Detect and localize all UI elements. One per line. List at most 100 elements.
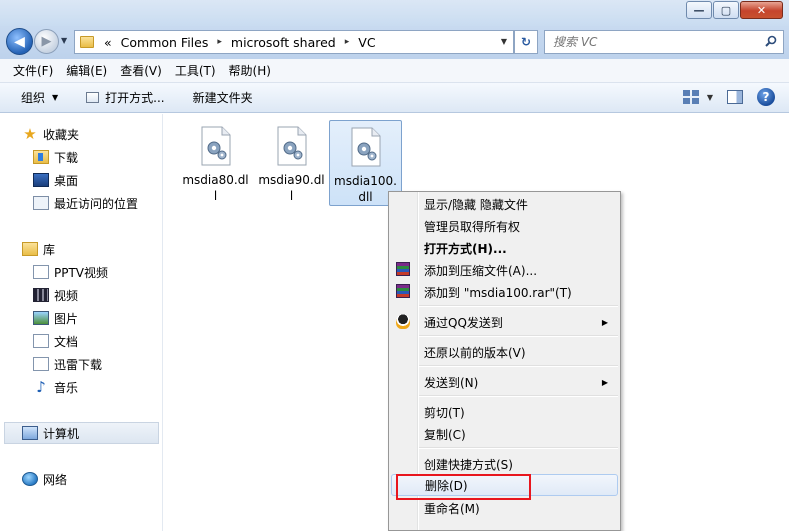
command-bar: 组织 ▼ 打开方式... 新建文件夹 ▼ ? [0,83,789,113]
menu-item-open-with[interactable]: 打开方式(H)... [391,237,618,259]
breadcrumb-common-files[interactable]: Common Files [121,35,209,50]
nav-downloads[interactable]: 下载 [33,146,78,168]
close-button[interactable]: ✕ [740,1,783,19]
menu-separator [419,395,618,397]
menu-file[interactable]: 文件(F) [13,62,53,79]
menu-item-toggle-hidden-files[interactable]: 显示/隐藏 隐藏文件 [391,193,618,215]
breadcrumb-vc[interactable]: VC [358,35,375,50]
nav-label: 音乐 [54,380,79,395]
maximize-button[interactable]: ▢ [713,1,739,19]
new-folder-label: 新建文件夹 [192,91,253,105]
menu-tools[interactable]: 工具(T) [175,62,216,79]
menu-item-rename[interactable]: 重命名(M) [391,497,618,519]
nav-favorites[interactable]: ★ 收藏夹 [22,123,79,145]
menu-item-label: 剪切(T) [424,405,465,420]
file-item[interactable]: msdia90.dll [255,120,328,206]
menu-item-take-ownership[interactable]: 管理员取得所有权 [391,215,618,237]
menu-item-add-to-archive[interactable]: 添加到压缩文件(A)... [391,259,618,281]
download-library-icon [33,357,49,371]
file-item[interactable]: msdia80.dll [179,120,252,206]
nav-label: 最近访问的位置 [54,196,139,211]
menu-edit[interactable]: 编辑(E) [66,62,107,79]
chevron-right-icon: ▶ [601,377,608,387]
navigation-pane: ★ 收藏夹 下载 桌面 最近访问的位置 库 PPTV视频 视频 图片 文档 迅雷… [0,114,163,531]
nav-recent-places[interactable]: 最近访问的位置 [33,192,138,214]
menu-item-send-via-qq[interactable]: 通过QQ发送到 ▶ [391,311,618,333]
organize-button[interactable]: 组织 ▼ [21,89,58,106]
organize-label: 组织 [21,91,46,105]
chevron-down-icon: ▼ [52,93,59,102]
address-row: ◀ ▶ ▼ « Common Files ▸ microsoft shared … [0,26,789,59]
dll-file-icon [277,126,306,166]
dll-file-icon [351,127,380,167]
view-options-dropdown[interactable]: ▼ [707,93,713,102]
nav-documents[interactable]: 文档 [33,330,78,352]
refresh-button[interactable]: ↻ [514,30,538,54]
help-icon[interactable]: ? [757,88,775,106]
nav-videos[interactable]: 视频 [33,284,78,306]
menu-separator [419,305,618,307]
nav-desktop[interactable]: 桌面 [33,169,78,191]
menu-item-send-to[interactable]: 发送到(N) ▶ [391,371,618,393]
desktop-icon [33,173,49,187]
menu-item-add-to-rar[interactable]: 添加到 "msdia100.rar"(T) [391,281,618,303]
nav-label: 迅雷下载 [54,357,103,372]
breadcrumb-separator[interactable]: ▸ [217,37,222,47]
nav-libraries[interactable]: 库 [22,238,55,260]
title-bar: — ▢ ✕ [0,0,789,26]
address-bar[interactable]: « Common Files ▸ microsoft shared ▸ VC ▼ [74,30,514,54]
menu-item-copy[interactable]: 复制(C) [391,423,618,445]
pictures-icon [33,311,49,325]
menu-item-label: 管理员取得所有权 [424,219,521,234]
breadcrumb-microsoft-shared[interactable]: microsoft shared [231,35,336,50]
change-view-icon[interactable] [682,90,699,104]
nav-music[interactable]: ♪ 音乐 [33,376,78,398]
menu-item-label: 添加到压缩文件(A)... [424,263,538,278]
menu-item-create-shortcut[interactable]: 创建快捷方式(S) [391,453,618,475]
search-icon[interactable] [765,35,777,47]
preview-pane-icon[interactable] [727,90,743,104]
nav-label: 计算机 [43,426,80,441]
new-folder-button[interactable]: 新建文件夹 [193,89,253,106]
dll-file-icon [201,126,230,166]
annotation-highlight-box [396,474,531,500]
computer-icon [22,426,38,440]
film-icon [33,288,49,302]
network-icon [22,472,38,486]
recent-places-icon [33,196,49,210]
nav-pptv-video[interactable]: PPTV视频 [33,261,108,283]
search-box [544,30,784,54]
open-with-button[interactable]: 打开方式... [86,89,165,106]
minimize-button[interactable]: — [686,1,712,19]
winrar-icon [396,262,410,276]
search-input[interactable] [553,35,753,49]
menu-item-label: 创建快捷方式(S) [424,457,513,472]
library-icon [22,242,38,256]
menu-item-label: 显示/隐藏 隐藏文件 [424,197,528,212]
menu-item-label: 添加到 "msdia100.rar"(T) [424,285,572,300]
menu-item-cut[interactable]: 剪切(T) [391,401,618,423]
menu-item-restore-previous-versions[interactable]: 还原以前的版本(V) [391,341,618,363]
nav-thunder-downloads[interactable]: 迅雷下载 [33,353,102,375]
breadcrumb-overflow[interactable]: « [104,35,112,50]
nav-network[interactable]: 网络 [22,468,67,490]
menu-item-label: 发送到(N) [424,375,479,390]
nav-label: PPTV视频 [54,265,109,280]
menu-view[interactable]: 查看(V) [120,62,162,79]
recent-pages-dropdown[interactable]: ▼ [61,36,67,45]
back-button[interactable]: ◀ [6,28,33,55]
nav-pictures[interactable]: 图片 [33,307,78,329]
menu-separator [419,365,618,367]
video-library-icon [33,265,49,279]
open-with-label: 打开方式... [105,91,165,105]
menu-item-label: 打开方式(H)... [424,241,507,256]
menu-help[interactable]: 帮助(H) [229,62,271,79]
menu-item-label: 重命名(M) [424,501,480,516]
menu-item-label: 还原以前的版本(V) [424,345,526,360]
forward-button[interactable]: ▶ [34,29,59,54]
nav-label: 收藏夹 [43,127,80,142]
breadcrumb-separator[interactable]: ▸ [345,37,350,47]
address-dropdown[interactable]: ▼ [501,37,507,46]
music-note-icon: ♪ [36,378,46,396]
nav-computer[interactable]: 计算机 [4,422,159,444]
